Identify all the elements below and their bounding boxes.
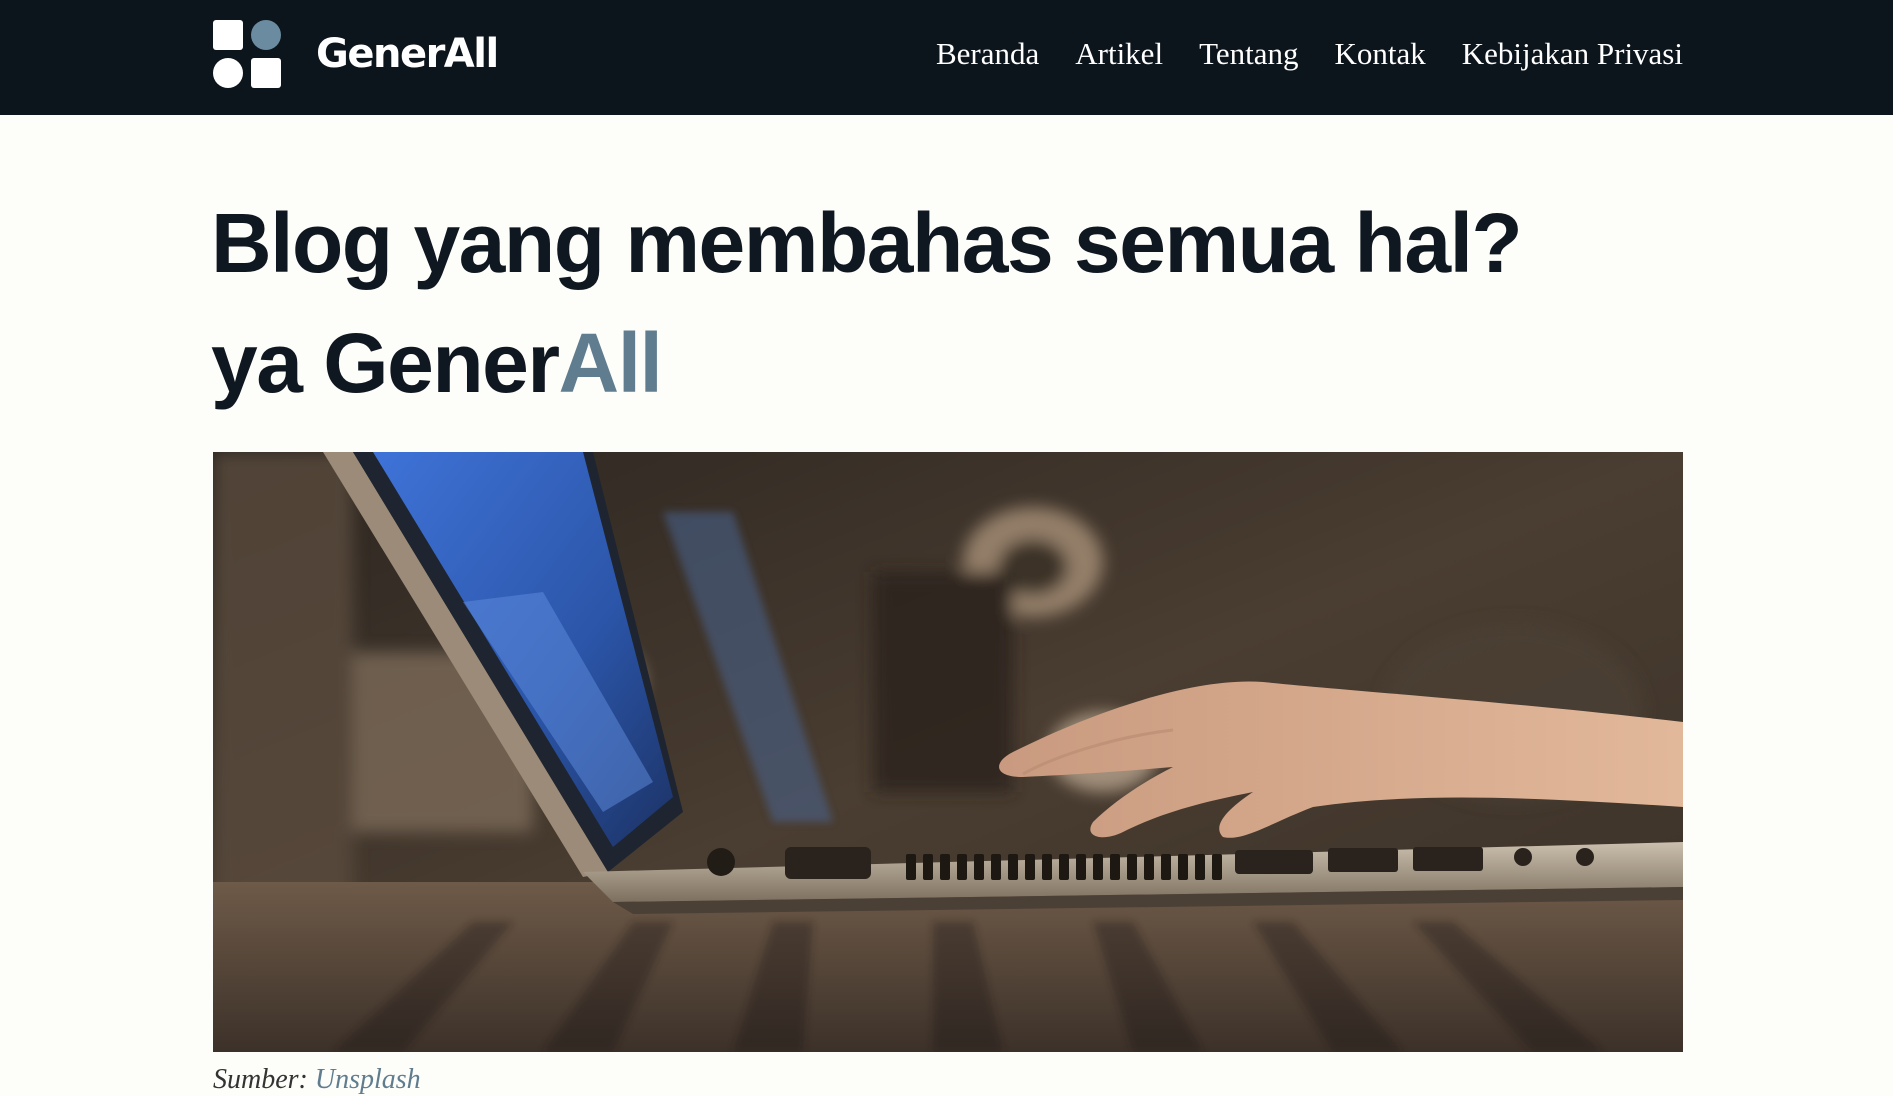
site-header: GenerAll Beranda Artikel Tentang Kontak … (0, 0, 1893, 115)
hero-image (213, 452, 1683, 1052)
main-nav: Beranda Artikel Tentang Kontak Kebijakan… (936, 30, 1683, 78)
nav-link-kebijakan-privasi[interactable]: Kebijakan Privasi (1462, 36, 1683, 72)
logo-square-bottom-right (251, 58, 281, 88)
hero-title-line2-accent: All (558, 316, 663, 410)
nav-link-artikel[interactable]: Artikel (1075, 36, 1163, 72)
nav-link-beranda[interactable]: Beranda (936, 36, 1039, 72)
logo-circle-top-right (251, 20, 281, 50)
nav-link-kontak[interactable]: Kontak (1334, 36, 1425, 72)
hero-title-line2-prefix: ya Gener (211, 316, 560, 410)
image-caption: Sumber: Unsplash (213, 1064, 421, 1096)
brand-logo-text[interactable]: GenerAll (316, 28, 499, 80)
logo-circle-bottom-left (213, 58, 243, 88)
hero-title-line1: Blog yang membahas semua hal? (211, 196, 1523, 290)
logo-icon[interactable] (213, 20, 281, 88)
laptop-typing-illustration (213, 452, 1683, 1052)
hero-title: Blog yang membahas semua hal? ya GenerAl… (211, 183, 1691, 423)
logo-square-top-left (213, 20, 243, 50)
nav-link-tentang[interactable]: Tentang (1199, 36, 1298, 72)
